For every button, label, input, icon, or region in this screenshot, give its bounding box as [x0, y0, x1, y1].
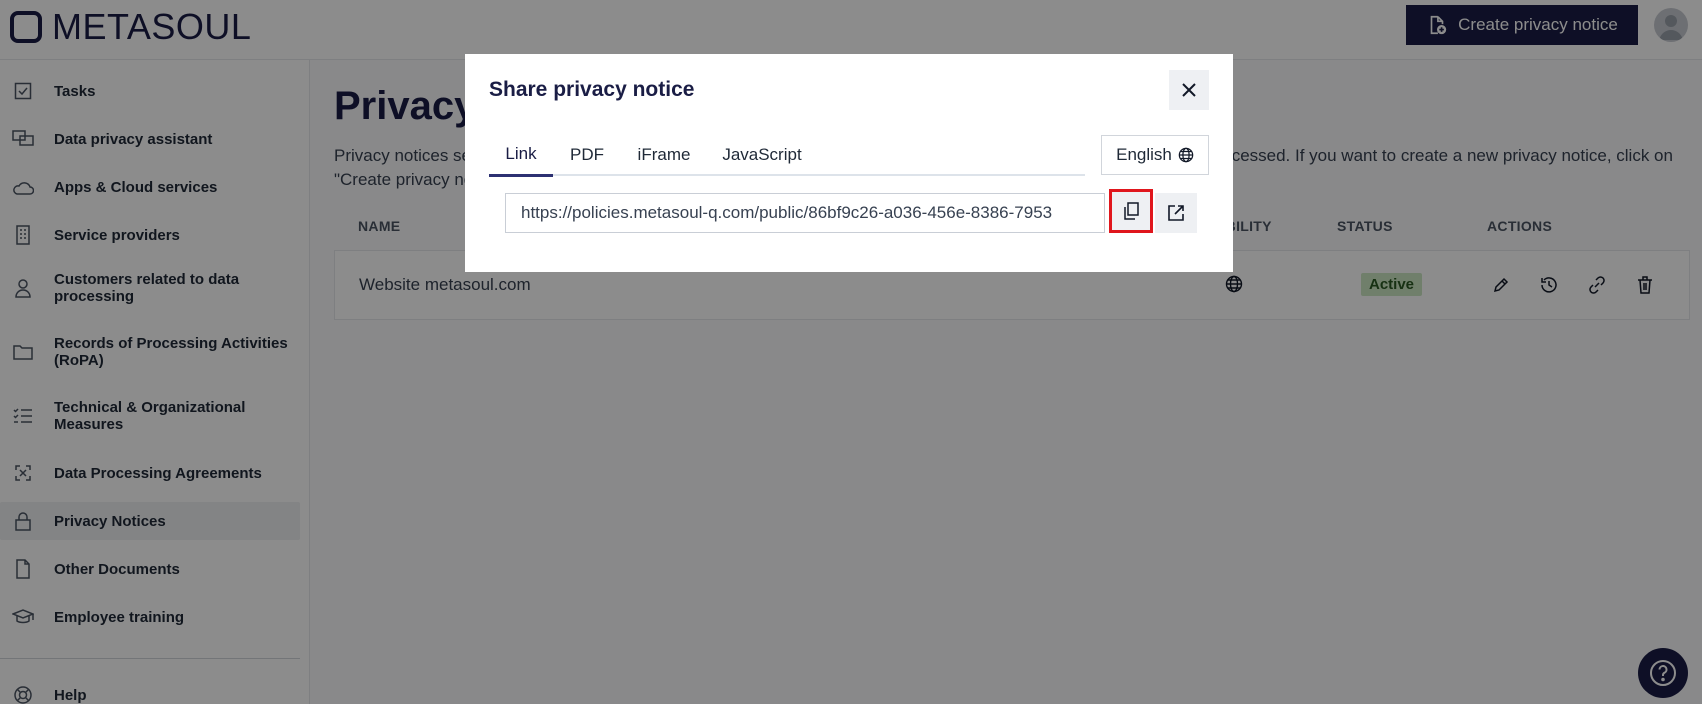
language-select[interactable]: English: [1101, 135, 1209, 175]
tab-pdf[interactable]: PDF: [553, 134, 621, 176]
globe-icon: [1178, 147, 1194, 163]
open-link-button[interactable]: [1155, 193, 1197, 233]
tab-javascript[interactable]: JavaScript: [707, 134, 817, 176]
share-tabs: Link PDF iFrame JavaScript: [489, 134, 1085, 177]
tab-link[interactable]: Link: [489, 134, 553, 177]
close-button[interactable]: [1169, 70, 1209, 110]
external-link-icon: [1168, 205, 1184, 221]
share-privacy-notice-dialog: Share privacy notice Link PDF iFrame Jav…: [465, 54, 1233, 272]
close-icon: [1182, 83, 1196, 97]
tab-iframe[interactable]: iFrame: [621, 134, 707, 176]
share-url-field[interactable]: [505, 193, 1105, 233]
dialog-title: Share privacy notice: [489, 78, 695, 101]
copy-link-button[interactable]: [1109, 189, 1153, 233]
copy-icon: [1124, 202, 1139, 220]
language-label: English: [1116, 145, 1172, 164]
